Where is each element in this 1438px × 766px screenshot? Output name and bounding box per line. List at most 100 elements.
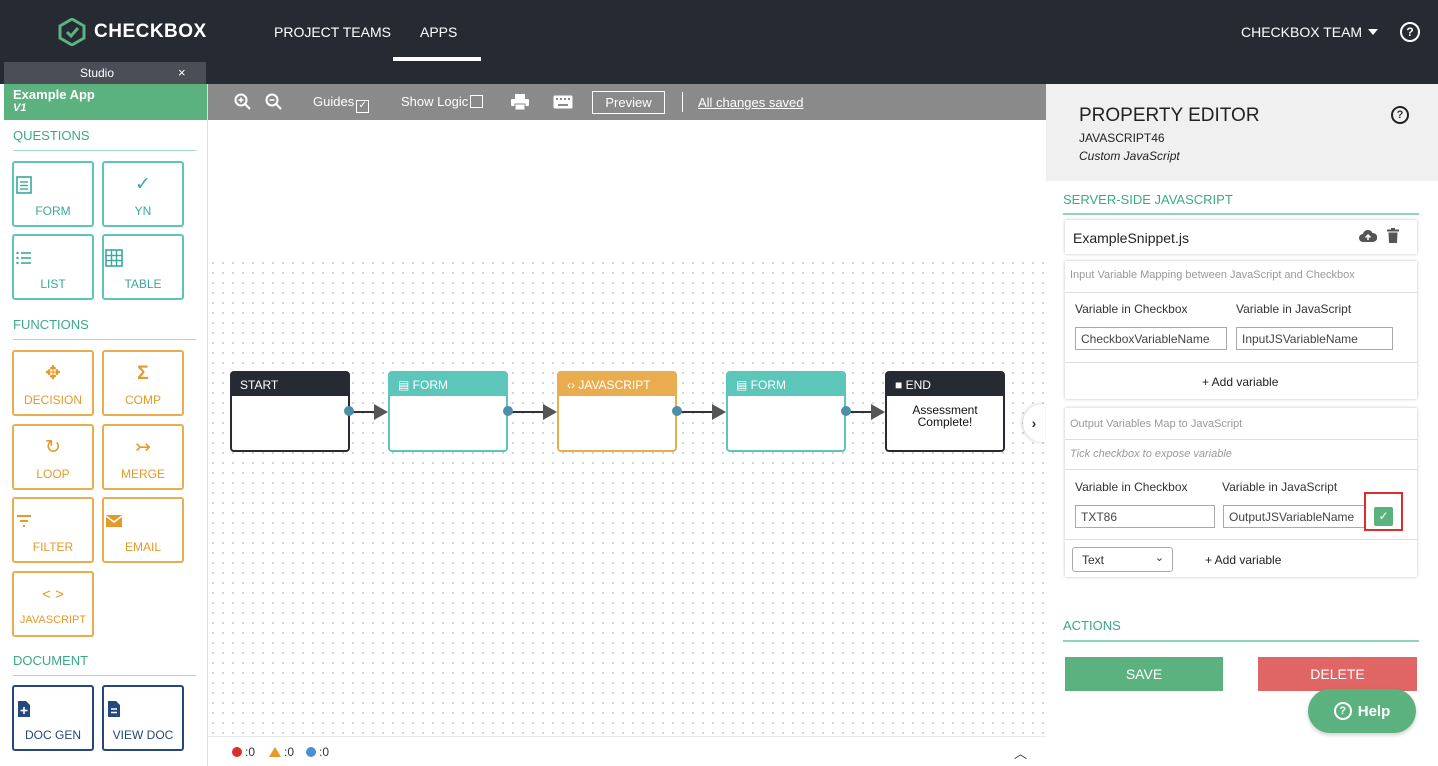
zoom-in-icon[interactable] [234, 93, 252, 111]
palette-doc-gen[interactable]: DOC GEN [12, 685, 94, 751]
flow-node-javascript[interactable]: ‹› JAVASCRIPT [557, 371, 677, 452]
view-doc-icon [108, 701, 120, 717]
info-count[interactable]: :0 [306, 745, 329, 759]
divider [1065, 439, 1417, 440]
variable-type-value: Text [1082, 553, 1105, 567]
guides-toggle[interactable]: Guides ✓ [313, 94, 370, 113]
col-header-checkbox-var: Variable in Checkbox [1075, 302, 1188, 316]
element-type: Custom JavaScript [1079, 149, 1180, 163]
variable-type-select[interactable]: Text ⌄ [1072, 547, 1173, 572]
brand-name: CHECKBOX [94, 21, 207, 42]
team-menu[interactable]: CHECKBOX TEAM [1241, 24, 1379, 40]
output-port[interactable] [344, 406, 354, 416]
palette-merge[interactable]: ↣ MERGE [102, 424, 184, 490]
brand-logo[interactable]: CHECKBOX [58, 18, 207, 46]
trash-icon[interactable] [1387, 228, 1399, 243]
palette-javascript[interactable]: < > JAVASCRIPT [12, 571, 94, 637]
input-js-variable-field[interactable]: InputJSVariableName [1236, 327, 1393, 350]
element-id: JAVASCRIPT46 [1079, 131, 1165, 145]
output-port[interactable] [503, 406, 513, 416]
output-js-variable-field[interactable]: OutputJSVariableName [1223, 505, 1366, 528]
arrow-icon [871, 404, 885, 420]
delete-button[interactable]: DELETE [1258, 657, 1417, 691]
palette-view-doc[interactable]: VIEW DOC [102, 685, 184, 751]
node-title: START [232, 373, 348, 396]
flow-node-start[interactable]: START [230, 371, 350, 452]
caret-down-icon [1368, 29, 1379, 35]
divider [13, 150, 196, 151]
guides-checkbox[interactable]: ✓ [356, 100, 370, 113]
preview-button[interactable]: Preview [592, 91, 665, 114]
output-checkbox-variable-field[interactable]: TXT86 [1075, 505, 1215, 528]
connector [677, 411, 717, 413]
palette-comp[interactable]: Σ COMP [102, 350, 184, 416]
flow-node-form-2[interactable]: ▤ FORM [726, 371, 846, 452]
help-icon[interactable]: ? [1400, 22, 1420, 42]
node-title: ‹› JAVASCRIPT [559, 373, 675, 396]
guides-label: Guides [313, 94, 355, 109]
filter-icon [17, 515, 31, 527]
nav-project-teams[interactable]: PROJECT TEAMS [274, 24, 391, 40]
flow-node-end[interactable]: ■ END Assessment Complete! [885, 371, 1005, 452]
app-header: Example App V1 [4, 84, 207, 120]
divider [1063, 213, 1419, 215]
code-icon: < > [42, 586, 64, 603]
output-port[interactable] [841, 406, 851, 416]
node-body [390, 396, 506, 403]
top-nav: CHECKBOX PROJECT TEAMS APPS CHECKBOX TEA… [0, 0, 1438, 62]
palette-loop[interactable]: ↻ LOOP [12, 424, 94, 490]
save-button[interactable]: SAVE [1065, 657, 1223, 691]
close-icon[interactable]: × [178, 65, 186, 80]
node-title: ■ END [887, 373, 1003, 396]
save-status-link[interactable]: All changes saved [698, 95, 804, 110]
output-mapping-card: Output Variables Map to JavaScript Tick … [1065, 408, 1417, 577]
actions-heading: ACTIONS [1063, 618, 1121, 633]
warning-count-value: :0 [284, 745, 295, 759]
keyboard-icon[interactable] [553, 95, 573, 109]
palette-javascript-label: JAVASCRIPT [19, 614, 87, 626]
arrow-icon [543, 404, 557, 420]
property-editor-header: PROPERTY EDITOR JAVASCRIPT46 Custom Java… [1046, 84, 1438, 181]
cloud-upload-icon[interactable] [1359, 229, 1377, 243]
output-hint: Tick checkbox to expose variable [1070, 448, 1232, 460]
error-count[interactable]: :0 [232, 745, 255, 759]
show-logic-toggle[interactable]: Show Logic [401, 94, 484, 109]
input-mapping-card: Input Variable Mapping between JavaScrip… [1065, 261, 1417, 399]
app-version: V1 [13, 102, 27, 114]
loop-icon: ↻ [45, 437, 61, 458]
palette-form-label: FORM [35, 204, 71, 218]
palette-yn[interactable]: ✓ YN [102, 161, 184, 227]
merge-icon: ↣ [135, 437, 151, 458]
help-icon[interactable]: ? [1391, 106, 1409, 124]
palette-comp-label: COMP [125, 393, 161, 407]
palette-decision-label: DECISION [23, 393, 82, 407]
palette-form[interactable]: FORM [12, 161, 94, 227]
canvas-grid [208, 258, 1046, 736]
show-logic-checkbox[interactable] [470, 95, 484, 108]
output-port[interactable] [672, 406, 682, 416]
flow-node-form-1[interactable]: ▤ FORM [388, 371, 508, 452]
nav-apps[interactable]: APPS [420, 24, 457, 40]
palette-table[interactable]: TABLE [102, 234, 184, 300]
help-button[interactable]: ? Help [1308, 689, 1416, 733]
palette-filter-label: FILTER [32, 540, 74, 554]
palette-email[interactable]: EMAIL [102, 497, 184, 563]
divider [1065, 469, 1417, 470]
server-side-js-heading: SERVER-SIDE JAVASCRIPT [1063, 192, 1233, 207]
add-input-variable-button[interactable]: + Add variable [1202, 375, 1278, 389]
divider [1065, 362, 1417, 363]
warning-count[interactable]: :0 [269, 745, 294, 759]
zoom-out-icon[interactable] [265, 93, 283, 111]
palette-filter[interactable]: FILTER [12, 497, 94, 563]
snippet-card[interactable]: ExampleSnippet.js [1065, 220, 1417, 254]
node-title: ▤ FORM [728, 373, 844, 396]
palette-email-label: EMAIL [124, 540, 161, 554]
print-icon[interactable] [510, 93, 530, 111]
palette-list[interactable]: LIST [12, 234, 94, 300]
arrow-icon [712, 404, 726, 420]
add-output-variable-button[interactable]: + Add variable [1205, 553, 1281, 567]
input-checkbox-variable-field[interactable]: CheckboxVariableName [1075, 327, 1227, 350]
studio-tab[interactable]: Studio × [4, 62, 206, 84]
palette-decision[interactable]: ✥ DECISION [12, 350, 94, 416]
chevron-up-icon[interactable]: ︿ [1014, 743, 1027, 762]
